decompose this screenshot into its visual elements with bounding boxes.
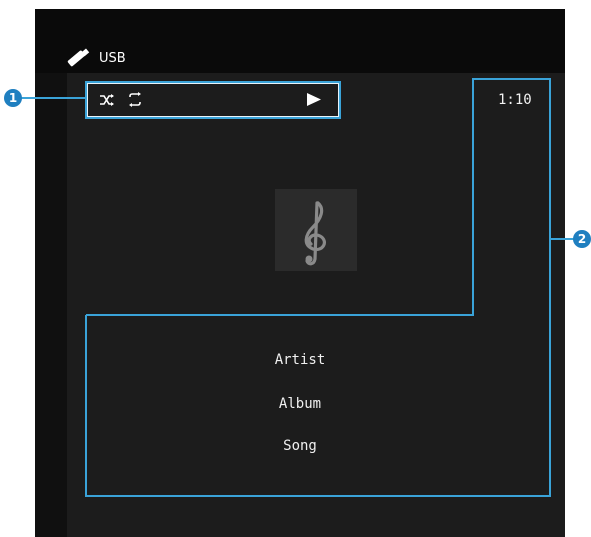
callout-1-box [85, 81, 341, 119]
callout-2-badge: 2 [573, 230, 591, 248]
callout-1-badge: 1 [4, 89, 22, 107]
